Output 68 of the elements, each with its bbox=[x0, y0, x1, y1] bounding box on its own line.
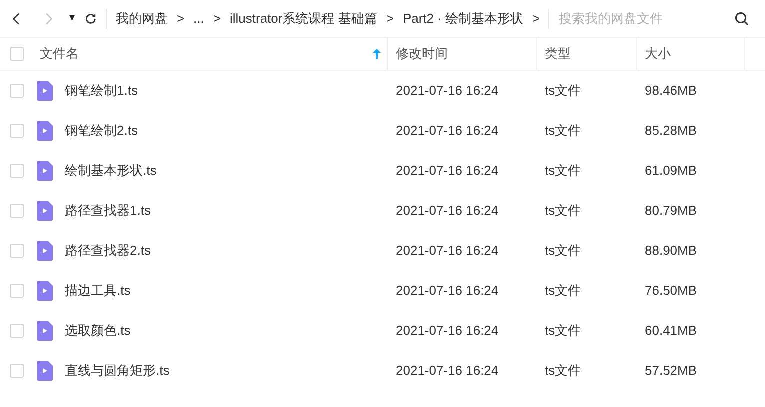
modified-time: 2021-07-16 16:24 bbox=[396, 283, 499, 298]
file-name[interactable]: 绘制基本形状.ts bbox=[65, 161, 157, 181]
modified-time: 2021-07-16 16:24 bbox=[396, 323, 499, 338]
file-size: 60.41MB bbox=[645, 323, 698, 338]
file-type: ts文件 bbox=[545, 283, 582, 298]
file-size: 88.90MB bbox=[645, 243, 698, 258]
file-type: ts文件 bbox=[545, 163, 582, 178]
breadcrumb-link[interactable]: 我的网盘 bbox=[116, 8, 168, 28]
file-size: 57.52MB bbox=[645, 363, 698, 378]
breadcrumb-separator: > bbox=[532, 10, 540, 28]
search-field[interactable]: 搜索我的网盘文件 bbox=[559, 8, 735, 28]
checkbox[interactable] bbox=[10, 244, 24, 258]
checkbox[interactable] bbox=[10, 124, 24, 138]
checkbox[interactable] bbox=[10, 324, 24, 338]
modified-time: 2021-07-16 16:24 bbox=[396, 163, 499, 178]
file-size: 76.50MB bbox=[645, 283, 698, 298]
file-size: 80.79MB bbox=[645, 203, 698, 218]
file-name[interactable]: 选取颜色.ts bbox=[65, 321, 131, 341]
file-type: ts文件 bbox=[545, 203, 582, 218]
video-file-icon bbox=[37, 281, 53, 301]
file-name[interactable]: 描边工具.ts bbox=[65, 281, 131, 301]
column-header[interactable]: 类型 bbox=[545, 44, 571, 64]
breadcrumb-separator: > bbox=[213, 10, 221, 28]
file-type: ts文件 bbox=[545, 83, 582, 98]
breadcrumb-separator: > bbox=[386, 10, 394, 28]
column-header[interactable]: 修改时间 bbox=[396, 44, 448, 64]
video-file-icon bbox=[37, 81, 53, 101]
breadcrumb-link[interactable]: Part2 · 绘制基本形状 bbox=[402, 8, 524, 28]
search-icon[interactable] bbox=[735, 12, 749, 26]
file-size: 61.09MB bbox=[645, 163, 698, 178]
checkbox[interactable] bbox=[10, 164, 24, 178]
video-file-icon bbox=[37, 201, 53, 221]
file-type: ts文件 bbox=[545, 243, 582, 258]
file-size: 98.46MB bbox=[645, 83, 698, 98]
column-header[interactable]: 大小 bbox=[645, 44, 671, 64]
checkbox[interactable] bbox=[10, 364, 24, 378]
breadcrumb-separator: > bbox=[176, 10, 185, 28]
file-type: ts文件 bbox=[545, 123, 582, 138]
file-name[interactable]: 钢笔绘制2.ts bbox=[65, 121, 138, 141]
video-file-icon bbox=[37, 121, 53, 141]
sort-ascending-icon[interactable] bbox=[373, 49, 381, 59]
modified-time: 2021-07-16 16:24 bbox=[396, 203, 499, 218]
breadcrumb-link[interactable]: ... bbox=[194, 8, 204, 28]
file-name[interactable]: 直线与圆角矩形.ts bbox=[65, 361, 170, 381]
video-file-icon bbox=[37, 161, 53, 181]
checkbox[interactable] bbox=[10, 204, 24, 218]
breadcrumb-link[interactable]: illustrator系统课程 基础篇 bbox=[230, 8, 378, 28]
modified-time: 2021-07-16 16:24 bbox=[396, 83, 499, 98]
file-type: ts文件 bbox=[545, 363, 582, 378]
video-file-icon bbox=[37, 361, 53, 381]
modified-time: 2021-07-16 16:24 bbox=[396, 243, 499, 258]
checkbox[interactable] bbox=[10, 47, 24, 61]
file-type: ts文件 bbox=[545, 323, 582, 338]
modified-time: 2021-07-16 16:24 bbox=[396, 123, 499, 138]
refresh-icon[interactable] bbox=[85, 12, 98, 26]
modified-time: 2021-07-16 16:24 bbox=[396, 363, 499, 378]
file-name[interactable]: 路径查找器1.ts bbox=[65, 201, 151, 221]
file-name[interactable]: 钢笔绘制1.ts bbox=[65, 81, 138, 101]
video-file-icon bbox=[37, 241, 53, 261]
checkbox[interactable] bbox=[10, 84, 24, 98]
video-file-icon bbox=[37, 321, 53, 341]
forward-icon[interactable] bbox=[44, 12, 52, 26]
file-name[interactable]: 路径查找器2.ts bbox=[65, 241, 151, 261]
column-header[interactable]: 文件名 bbox=[40, 44, 79, 64]
checkbox[interactable] bbox=[10, 284, 24, 298]
dropdown-toggle[interactable]: ▾ bbox=[69, 10, 76, 27]
file-size: 85.28MB bbox=[645, 123, 698, 138]
back-icon[interactable] bbox=[13, 12, 21, 26]
